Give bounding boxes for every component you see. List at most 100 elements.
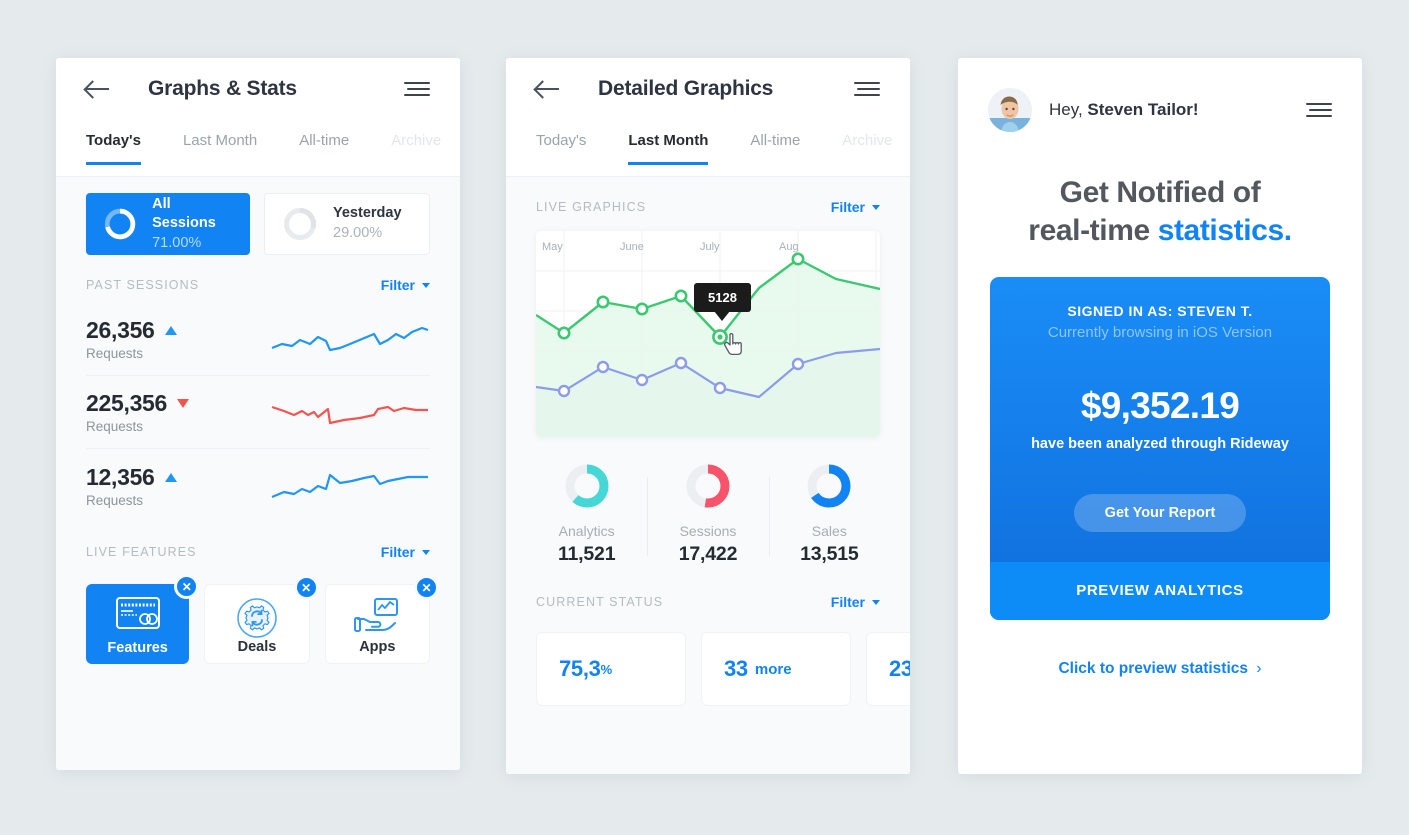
panel2-header: Detailed Graphics	[506, 58, 910, 120]
current-status-cards: 75,3 % 33 more 235	[506, 620, 910, 706]
tab-archive[interactable]: Archive	[391, 128, 441, 165]
amount-value: $9,352.19	[1080, 384, 1240, 426]
section-title: LIVE FEATURES	[86, 545, 197, 559]
tab-last-month[interactable]: Last Month	[183, 128, 257, 165]
panel2-body: LIVE GRAPHICS Filter May June July Aug 5…	[506, 177, 910, 774]
svg-text:June: June	[620, 241, 644, 253]
svg-text:July: July	[700, 241, 720, 253]
row-value: 225,356	[86, 390, 168, 416]
cursor-pointer-icon	[724, 333, 742, 356]
greeting-prefix: Hey,	[1049, 100, 1088, 119]
donut-value: 11,521	[557, 543, 616, 565]
row-unit: Requests	[86, 492, 144, 508]
live-features-header: LIVE FEATURES Filter	[56, 522, 460, 570]
user-name: Steven Tailor!	[1087, 100, 1199, 119]
status-card-more[interactable]: 33 more	[701, 632, 851, 706]
tab-archive[interactable]: Archive	[842, 128, 892, 165]
feature-card-features[interactable]: ✕ Features	[86, 574, 200, 664]
back-arrow-icon[interactable]	[86, 79, 112, 99]
panel-detailed-graphics: Detailed Graphics Today's Last Month All…	[506, 58, 910, 774]
gear-refresh-icon	[237, 598, 277, 638]
user-avatar-image	[988, 88, 1032, 132]
tab-last-month[interactable]: Last Month	[628, 128, 709, 165]
panel-graphs-and-stats: Graphs & Stats Today's Last Month All-ti…	[56, 58, 460, 770]
tab-todays[interactable]: Today's	[536, 128, 586, 165]
session-card-percent: 29.00%	[333, 225, 383, 241]
row-value: 12,356	[86, 463, 155, 490]
donut-analytics-icon	[565, 464, 609, 508]
preview-statistics-label: Click to preview statistics	[1058, 659, 1249, 677]
status-card-percent[interactable]: 75,3 %	[536, 632, 686, 706]
preview-statistics-link[interactable]: Click to preview statistics ›	[958, 660, 1362, 678]
greeting: Hey, Steven Tailor!	[1049, 100, 1199, 120]
donut-label: Analytics	[558, 523, 615, 539]
past-sessions-list: 26,356 Requests 225,356 Requests 12,356 …	[56, 303, 460, 522]
panel2-tabs: Today's Last Month All-time Archive	[506, 120, 910, 176]
signed-in-label: SIGNED IN AS: STEVEN T.	[1067, 302, 1253, 319]
filter-label: Filter	[830, 594, 865, 610]
filter-button-past-sessions[interactable]: Filter	[381, 277, 430, 293]
line-chart[interactable]: May June July Aug 5128	[536, 231, 880, 437]
tab-all-time[interactable]: All-time	[299, 128, 349, 165]
feature-card-deals[interactable]: ✕ Deals	[204, 575, 319, 664]
sparkline-up-2	[271, 473, 428, 498]
table-row[interactable]: 26,356 Requests	[86, 303, 430, 376]
live-feature-cards: ✕ Features ✕ Deals ✕ Apps	[56, 570, 460, 664]
hamburger-icon[interactable]	[1306, 102, 1332, 118]
feature-card-apps[interactable]: ✕ Apps	[324, 575, 439, 664]
page-title: Detailed Graphics	[598, 77, 774, 100]
hand-chart-icon	[354, 598, 399, 632]
donut-stat-sessions[interactable]: Sessions 17,422	[647, 461, 768, 566]
hero-heading: Get Notified of real-time statistics.	[958, 174, 1362, 251]
filter-button-live-graphics[interactable]: Filter	[831, 199, 880, 215]
donut-value: 13,515	[800, 543, 859, 565]
get-report-button[interactable]: Get Your Report	[1074, 493, 1246, 532]
session-cards: All Sessions 71.00% Yesterday 29.00%	[56, 177, 460, 255]
donut-label: Sales	[811, 523, 847, 539]
feature-card-label: Features	[107, 640, 168, 656]
tab-todays[interactable]: Today's	[86, 128, 141, 165]
sparkline-up-1	[271, 326, 429, 352]
panel-notifications: Hey, Steven Tailor! Get Notified of real…	[958, 58, 1362, 774]
screenshot-stage: Graphs & Stats Today's Last Month All-ti…	[0, 0, 1409, 835]
browsing-label: Currently browsing in iOS Version	[1047, 323, 1273, 341]
session-card-percent: 71.00%	[152, 234, 202, 251]
line-chart-svg: May June July Aug	[536, 231, 880, 437]
feature-card-label: Apps	[359, 639, 396, 655]
amount-caption: have been analyzed through Rideway	[1031, 435, 1289, 452]
chart-tooltip: 5128	[694, 283, 751, 312]
panel1-header: Graphs & Stats	[56, 58, 460, 120]
sparkline-down-1	[271, 405, 428, 425]
feature-card-label: Deals	[237, 639, 277, 655]
close-icon[interactable]: ✕	[413, 575, 439, 600]
chevron-down-icon	[422, 282, 430, 288]
credit-card-icon	[115, 597, 160, 629]
filter-label: Filter	[380, 544, 415, 560]
chevron-down-icon	[872, 599, 880, 605]
donut-stat-analytics[interactable]: Analytics 11,521	[526, 461, 647, 566]
tab-all-time[interactable]: All-time	[750, 128, 800, 165]
avatar[interactable]	[988, 88, 1032, 132]
preview-analytics-button[interactable]: PREVIEW ANALYTICS	[990, 561, 1330, 620]
svg-text:Aug: Aug	[779, 241, 799, 253]
table-row[interactable]: 12,356 Requests	[86, 449, 430, 522]
close-icon[interactable]: ✕	[293, 575, 319, 600]
trend-up-icon	[164, 472, 177, 482]
donut-sales-icon	[807, 464, 851, 508]
past-sessions-header: PAST SESSIONS Filter	[56, 255, 460, 303]
status-card-suffix: %	[600, 661, 613, 677]
hamburger-icon[interactable]	[404, 81, 430, 97]
hamburger-icon[interactable]	[854, 81, 880, 97]
row-unit: Requests	[86, 419, 144, 434]
filter-button-live-features[interactable]: Filter	[381, 544, 430, 560]
donut-value: 17,422	[678, 543, 738, 565]
back-arrow-icon[interactable]	[536, 79, 562, 99]
filter-button-current-status[interactable]: Filter	[831, 594, 880, 610]
section-title: PAST SESSIONS	[86, 278, 200, 292]
close-icon[interactable]: ✕	[174, 574, 200, 599]
session-card-yesterday[interactable]: Yesterday 29.00%	[264, 193, 430, 255]
donut-stat-sales[interactable]: Sales 13,515	[768, 461, 890, 566]
session-card-all-sessions[interactable]: All Sessions 71.00%	[86, 193, 250, 255]
status-card-count[interactable]: 235	[866, 632, 910, 706]
table-row[interactable]: 225,356 Requests	[86, 376, 430, 449]
